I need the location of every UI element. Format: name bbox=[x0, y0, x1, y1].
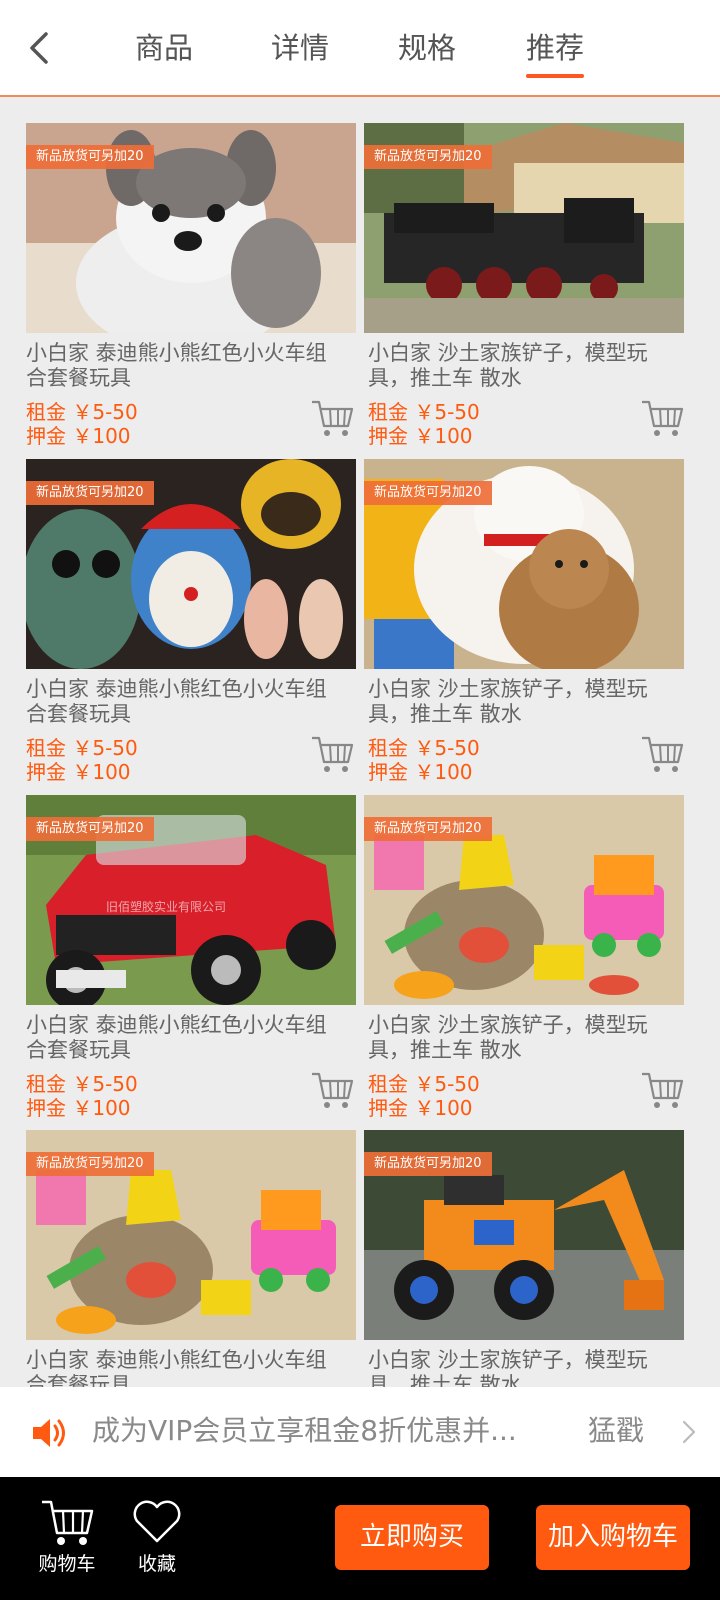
product-card[interactable]: 新品放货可另加20 小白家 沙土家族铲子，模型玩具，推土车 散水 租金 ￥5-5… bbox=[364, 459, 694, 785]
tab-goods[interactable]: 商品 bbox=[135, 26, 193, 70]
product-grid: 新品放货可另加20 小白家 泰迪熊小熊红色小火车组合套餐玩具 租金 ￥5-50 … bbox=[26, 123, 694, 1387]
product-title: 小白家 泰迪熊小熊红色小火车组合套餐玩具 bbox=[26, 1348, 327, 1387]
add-to-cart-icon[interactable] bbox=[310, 734, 354, 774]
rent-price: 租金 ￥5-50 bbox=[368, 1072, 480, 1096]
shopping-cart-icon bbox=[42, 1500, 94, 1545]
tab-specs[interactable]: 规格 bbox=[398, 26, 456, 70]
product-title: 小白家 泰迪熊小熊红色小火车组合套餐玩具 bbox=[26, 1013, 327, 1062]
product-card[interactable]: 新品放货可另加20 小白家 沙土家族铲子，模型玩具，推土车 散水 bbox=[364, 1130, 694, 1387]
top-tab-bar: 商品 详情 规格 推荐 bbox=[0, 0, 720, 97]
product-image-husky-plush: 新品放货可另加20 bbox=[26, 123, 356, 333]
image-watermark: 旧佰塑胶实业有限公司 bbox=[106, 900, 227, 914]
heart-icon bbox=[133, 1500, 181, 1543]
promo-badge: 新品放货可另加20 bbox=[364, 145, 492, 169]
product-image-toy-train: 新品放货可另加20 bbox=[364, 123, 684, 333]
product-card[interactable]: 新品放货可另加20 小白家 泰迪熊小熊红色小火车组合套餐玩具 租金 ￥5-50 … bbox=[26, 459, 356, 785]
deposit-price: 押金 ￥100 bbox=[26, 760, 131, 784]
promo-badge: 新品放货可另加20 bbox=[26, 1152, 154, 1176]
add-to-cart-icon[interactable] bbox=[640, 398, 684, 438]
product-card[interactable]: 新品放货可另加20 旧佰塑胶实业有限公司 小白家 泰迪熊小熊红色小火车组合套餐玩… bbox=[26, 795, 356, 1121]
rent-price: 租金 ￥5-50 bbox=[26, 736, 138, 760]
cart-nav-button[interactable]: 购物车 bbox=[22, 1497, 112, 1576]
promo-badge: 新品放货可另加20 bbox=[26, 145, 154, 169]
product-image-red-toy-car: 新品放货可另加20 旧佰塑胶实业有限公司 bbox=[26, 795, 356, 1005]
promo-badge: 新品放货可另加20 bbox=[364, 817, 492, 841]
deposit-price: 押金 ￥100 bbox=[368, 760, 473, 784]
chevron-right-icon[interactable] bbox=[678, 1419, 698, 1445]
product-title: 小白家 沙土家族铲子，模型玩具，推土车 散水 bbox=[368, 1013, 648, 1062]
notice-link[interactable]: 猛戳 bbox=[588, 1409, 644, 1453]
promo-badge: 新品放货可另加20 bbox=[364, 1152, 492, 1176]
deposit-price: 押金 ￥100 bbox=[26, 1096, 131, 1120]
cart-nav-label: 购物车 bbox=[38, 1553, 96, 1575]
notice-text: 成为VIP会员立享租金8折优惠并... bbox=[92, 1414, 517, 1447]
product-title: 小白家 沙土家族铲子，模型玩具，推土车 散水 bbox=[368, 341, 648, 390]
promo-badge: 新品放货可另加20 bbox=[364, 481, 492, 505]
product-image-ride-on-excavator: 新品放货可另加20 bbox=[364, 1130, 684, 1340]
add-to-cart-icon[interactable] bbox=[310, 398, 354, 438]
product-title: 小白家 沙土家族铲子，模型玩具，推土车 散水 bbox=[368, 1348, 648, 1387]
vip-notice-bar[interactable]: 成为VIP会员立享租金8折优惠并... 猛戳 bbox=[0, 1387, 720, 1477]
product-image-teddy-bears: 新品放货可另加20 bbox=[364, 459, 684, 669]
add-to-cart-button[interactable]: 加入购物车 bbox=[536, 1505, 690, 1570]
rent-price: 租金 ￥5-50 bbox=[368, 400, 480, 424]
rent-price: 租金 ￥5-50 bbox=[26, 400, 138, 424]
promo-badge: 新品放货可另加20 bbox=[26, 817, 154, 841]
add-to-cart-icon[interactable] bbox=[640, 734, 684, 774]
deposit-price: 押金 ￥100 bbox=[368, 424, 473, 448]
buy-now-button[interactable]: 立即购买 bbox=[335, 1505, 489, 1570]
rent-price: 租金 ￥5-50 bbox=[368, 736, 480, 760]
product-image-sand-toys: 新品放货可另加20 bbox=[26, 1130, 356, 1340]
product-image-plush-figures: 新品放货可另加20 bbox=[26, 459, 356, 669]
back-arrow-icon[interactable] bbox=[22, 28, 62, 68]
rent-price: 租金 ￥5-50 bbox=[26, 1072, 138, 1096]
product-title: 小白家 沙土家族铲子，模型玩具，推土车 散水 bbox=[368, 677, 648, 726]
product-title: 小白家 泰迪熊小熊红色小火车组合套餐玩具 bbox=[26, 677, 327, 726]
deposit-price: 押金 ￥100 bbox=[26, 424, 131, 448]
product-card[interactable]: 新品放货可另加20 小白家 泰迪熊小熊红色小火车组合套餐玩具 bbox=[26, 1130, 356, 1387]
product-card[interactable]: 新品放货可另加20 小白家 沙土家族铲子，模型玩具，推土车 散水 租金 ￥5-5… bbox=[364, 123, 694, 449]
product-image-sand-toys: 新品放货可另加20 bbox=[364, 795, 684, 1005]
active-tab-indicator bbox=[526, 74, 585, 78]
bottom-action-bar: 购物车 收藏 立即购买 加入购物车 bbox=[0, 1477, 720, 1600]
promo-badge: 新品放货可另加20 bbox=[26, 481, 154, 505]
product-card[interactable]: 新品放货可另加20 小白家 泰迪熊小熊红色小火车组合套餐玩具 租金 ￥5-50 … bbox=[26, 123, 356, 449]
add-to-cart-icon[interactable] bbox=[310, 1070, 354, 1110]
deposit-price: 押金 ￥100 bbox=[368, 1096, 473, 1120]
add-to-cart-icon[interactable] bbox=[640, 1070, 684, 1110]
product-card[interactable]: 新品放货可另加20 小白家 沙土家族铲子，模型玩具，推土车 散水 租金 ￥5-5… bbox=[364, 795, 694, 1121]
tab-recommend[interactable]: 推荐 bbox=[526, 26, 585, 78]
product-title: 小白家 泰迪熊小熊红色小火车组合套餐玩具 bbox=[26, 341, 327, 390]
speaker-icon bbox=[33, 1419, 65, 1447]
tab-details[interactable]: 详情 bbox=[271, 26, 329, 70]
favorite-button[interactable]: 收藏 bbox=[112, 1497, 202, 1576]
favorite-label: 收藏 bbox=[137, 1553, 176, 1575]
